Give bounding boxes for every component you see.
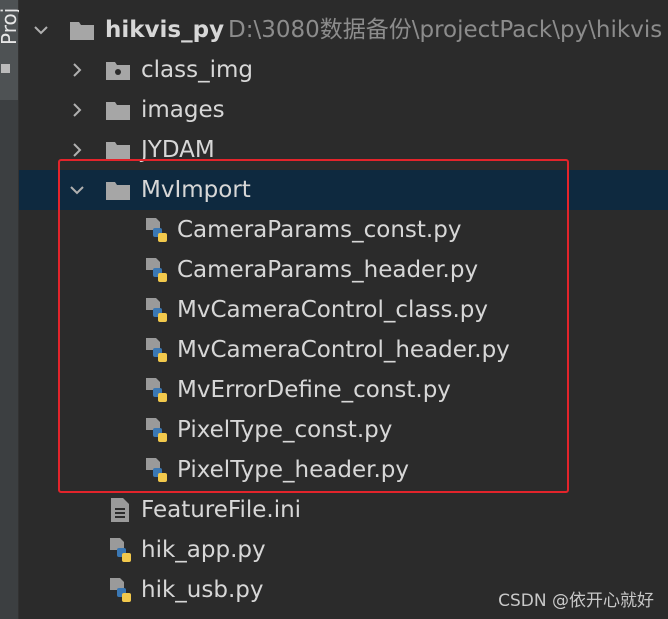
project-name: hikvis_py [105, 17, 225, 43]
tree-row-images[interactable]: images [19, 90, 668, 130]
chevron-down-icon[interactable] [33, 22, 49, 38]
tree-item-label: JYDAM [141, 137, 215, 163]
tree-item-label: MvCameraControl_class.py [177, 297, 488, 323]
tree-item-label: hik_usb.py [141, 577, 264, 603]
tree-item-label: images [141, 97, 225, 123]
chevron-right-icon[interactable] [69, 62, 85, 78]
python-file-icon [143, 217, 169, 243]
tree-row-root[interactable]: hikvis_py D:\3080数据备份\projectPack\py\hik… [19, 10, 668, 50]
python-file-icon [143, 377, 169, 403]
project-tool-tab[interactable]: Proj [0, 0, 21, 100]
tree-row-file[interactable]: PixelType_header.py [19, 450, 668, 490]
tree-row-file[interactable]: MvCameraControl_header.py [19, 330, 668, 370]
tree-item-label: class_img [141, 57, 253, 83]
folder-icon [69, 17, 95, 43]
project-tree: hikvis_py D:\3080数据备份\projectPack\py\hik… [19, 0, 668, 619]
tool-tab-marker-icon [1, 64, 10, 73]
chevron-down-icon[interactable] [69, 182, 85, 198]
python-file-icon [143, 457, 169, 483]
tree-item-label: PixelType_const.py [177, 417, 393, 443]
tree-row-file[interactable]: CameraParams_header.py [19, 250, 668, 290]
project-tool-window-strip: Proj [0, 0, 21, 619]
tree-item-label: FeatureFile.ini [141, 497, 302, 523]
tree-item-label: PixelType_header.py [177, 457, 409, 483]
python-file-icon [143, 257, 169, 283]
tree-row-mvimport[interactable]: MvImport [19, 170, 668, 210]
text-file-icon [107, 497, 133, 523]
tree-row-file[interactable]: hik_app.py [19, 530, 668, 570]
tree-item-label: hik_app.py [141, 537, 266, 563]
tree-item-label: CameraParams_const.py [177, 217, 462, 243]
tree-row-file[interactable]: FeatureFile.ini [19, 490, 668, 530]
tree-item-label: MvErrorDefine_const.py [177, 377, 451, 403]
folder-icon [105, 177, 131, 203]
python-file-icon [107, 577, 133, 603]
chevron-right-icon[interactable] [69, 102, 85, 118]
tree-row-class-img[interactable]: class_img [19, 50, 668, 90]
python-file-icon [143, 297, 169, 323]
image-folder-icon [105, 57, 131, 83]
tree-row-file[interactable]: CameraParams_const.py [19, 210, 668, 250]
tree-row-jydam[interactable]: JYDAM [19, 130, 668, 170]
tree-row-file[interactable]: MvErrorDefine_const.py [19, 370, 668, 410]
python-file-icon [107, 537, 133, 563]
project-path: D:\3080数据备份\projectPack\py\hikvis [228, 17, 663, 43]
python-file-icon [143, 417, 169, 443]
tree-item-label: MvCameraControl_header.py [177, 337, 510, 363]
folder-icon [105, 137, 131, 163]
python-file-icon [143, 337, 169, 363]
tree-item-label: MvImport [141, 177, 251, 203]
tree-item-label: CameraParams_header.py [177, 257, 479, 283]
folder-icon [105, 97, 131, 123]
csdn-watermark: CSDN @依开心就好 [498, 591, 654, 611]
tree-row-file[interactable]: MvCameraControl_class.py [19, 290, 668, 330]
tree-row-file[interactable]: PixelType_const.py [19, 410, 668, 450]
chevron-right-icon[interactable] [69, 142, 85, 158]
project-tool-tab-label: Proj [0, 7, 21, 45]
